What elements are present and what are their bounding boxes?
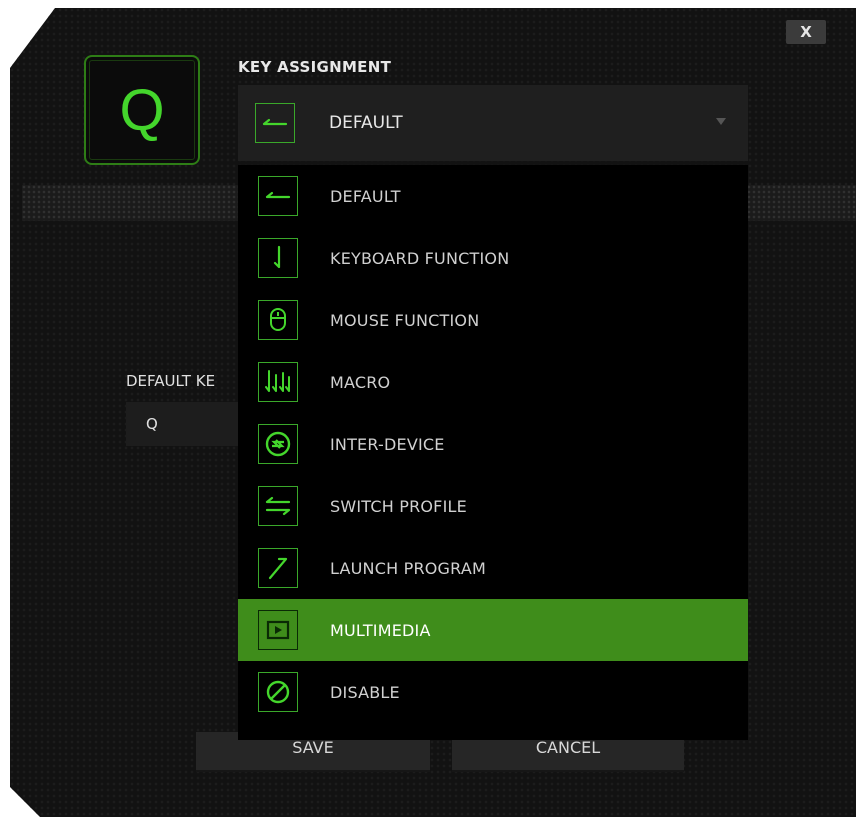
launch-program-icon xyxy=(258,548,298,588)
multimedia-icon xyxy=(258,610,298,650)
default-key-field[interactable]: Q xyxy=(126,402,238,446)
menu-item-launch-program[interactable]: LAUNCH PROGRAM xyxy=(238,537,748,599)
menu-item-keyboard-function[interactable]: KEYBOARD FUNCTION xyxy=(238,227,748,289)
inter-device-icon xyxy=(258,424,298,464)
disable-icon xyxy=(258,672,298,712)
close-button[interactable]: X xyxy=(786,20,826,44)
default-arrow-icon xyxy=(255,103,295,143)
menu-item-label: DISABLE xyxy=(330,682,400,702)
menu-item-label: MULTIMEDIA xyxy=(330,620,431,640)
menu-item-label: INTER-DEVICE xyxy=(330,434,445,454)
mouse-icon xyxy=(258,300,298,340)
menu-item-label: MACRO xyxy=(330,372,391,392)
switch-profile-icon xyxy=(258,486,298,526)
menu-item-label: MOUSE FUNCTION xyxy=(330,310,480,330)
default-key-label: DEFAULT KE xyxy=(126,372,216,390)
menu-item-default[interactable]: DEFAULT xyxy=(238,165,748,227)
menu-item-macro[interactable]: MACRO xyxy=(238,351,748,413)
menu-item-label: SWITCH PROFILE xyxy=(330,496,467,516)
menu-item-inter-device[interactable]: INTER-DEVICE xyxy=(238,413,748,475)
default-arrow-icon xyxy=(258,176,298,216)
menu-item-multimedia[interactable]: MULTIMEDIA xyxy=(238,599,748,661)
menu-item-label: KEYBOARD FUNCTION xyxy=(330,248,510,268)
key-assignment-dropdown[interactable]: DEFAULT xyxy=(238,85,748,161)
key-preview: Q xyxy=(84,55,200,165)
menu-item-disable[interactable]: DISABLE xyxy=(238,661,748,723)
menu-item-label: DEFAULT xyxy=(330,186,401,206)
dropdown-menu: DEFAULT KEYBOARD FUNCTION MOUSE FUNCTION… xyxy=(238,165,748,740)
key-assignment-title: KEY ASSIGNMENT xyxy=(238,58,392,76)
menu-item-mouse-function[interactable]: MOUSE FUNCTION xyxy=(238,289,748,351)
menu-item-label: LAUNCH PROGRAM xyxy=(330,558,486,578)
dropdown-selected-label: DEFAULT xyxy=(329,113,403,133)
keyboard-function-icon xyxy=(258,238,298,278)
menu-item-switch-profile[interactable]: SWITCH PROFILE xyxy=(238,475,748,537)
chevron-down-icon[interactable] xyxy=(716,118,726,125)
macro-icon xyxy=(258,362,298,402)
